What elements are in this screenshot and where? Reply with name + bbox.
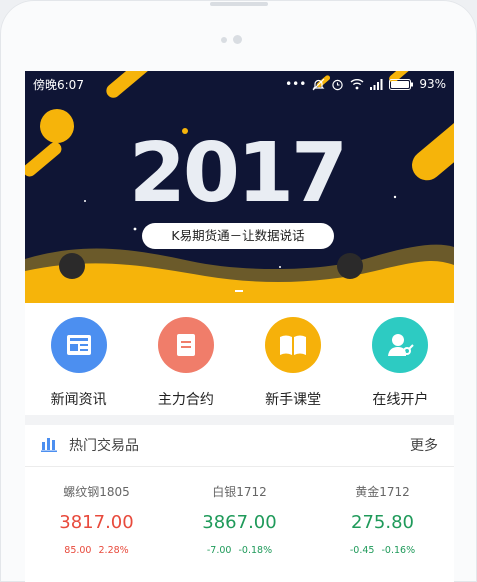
signal-icon <box>370 78 383 90</box>
menu-label: 主力合约 <box>157 392 214 408</box>
camera-icon <box>233 35 242 44</box>
news-icon <box>50 317 107 373</box>
product-price: 275.80 <box>351 512 414 533</box>
status-icons: ••• 93% <box>285 77 446 91</box>
product-price: 3817.00 <box>59 512 134 533</box>
app-screen: 2017 K易期货通－让数据说话 傍晚6:07 ••• 93% 新闻资讯 主力合… <box>25 71 454 582</box>
quick-menu: 新闻资讯 主力合约 新手课堂 在线开户 <box>25 303 454 415</box>
battery-icon <box>389 78 414 90</box>
product-name: 螺纹钢1805 <box>63 485 130 499</box>
product-name: 黄金1712 <box>355 485 410 499</box>
product-change: -0.45 -0.16% <box>349 545 416 556</box>
battery-percent: 93% <box>419 77 446 91</box>
alarm-icon <box>332 79 344 90</box>
menu-item-news[interactable]: 新闻资讯 <box>25 303 132 415</box>
menu-item-main-contract[interactable]: 主力合约 <box>132 303 239 415</box>
svg-text:2017: 2017 <box>129 126 345 221</box>
more-link[interactable]: 更多 <box>410 435 438 455</box>
account-key-icon <box>372 317 429 373</box>
product-list: 螺纹钢1805 3817.00 85.00 2.28% 白银1712 3867.… <box>25 471 454 556</box>
banner-slogan: K易期货通－让数据说话 <box>142 223 334 249</box>
menu-item-beginner-class[interactable]: 新手课堂 <box>240 303 347 415</box>
product-card[interactable]: 黄金1712 275.80 -0.45 -0.16% <box>311 471 454 556</box>
product-card[interactable]: 螺纹钢1805 3817.00 85.00 2.28% <box>25 471 168 556</box>
tablet-device-frame: 2017 K易期货通－让数据说话 傍晚6:07 ••• 93% 新闻资讯 主力合… <box>0 0 477 582</box>
product-card[interactable]: 白银1712 3867.00 -7.00 -0.18% <box>168 471 311 556</box>
product-name: 白银1712 <box>212 485 267 499</box>
year-lettering: 2017 <box>129 126 348 221</box>
banner-artwork: 2017 <box>25 71 454 303</box>
status-bar: 傍晚6:07 ••• 93% <box>25 71 454 97</box>
product-change: 85.00 2.28% <box>64 545 129 556</box>
product-change: -7.00 -0.18% <box>206 545 273 556</box>
status-time: 傍晚6:07 <box>33 77 84 92</box>
speaker-slot <box>210 2 268 6</box>
contract-icon <box>157 317 214 373</box>
menu-label: 新手课堂 <box>265 392 322 408</box>
product-price: 3867.00 <box>202 512 277 533</box>
promo-banner[interactable]: 2017 K易期货通－让数据说话 <box>25 71 454 303</box>
book-icon <box>265 317 322 373</box>
hot-products-header: 热门交易品 更多 <box>25 425 454 467</box>
mute-alarm-icon <box>312 78 325 90</box>
sensor-dot-icon <box>221 37 227 43</box>
menu-label: 在线开户 <box>372 392 429 408</box>
menu-label: 新闻资讯 <box>50 392 107 408</box>
wifi-icon <box>350 79 364 90</box>
bar-chart-icon <box>41 438 57 452</box>
hot-products-section: 热门交易品 更多 螺纹钢1805 3817.00 85.00 2.28% 白银1… <box>25 425 454 582</box>
more-dots-icon: ••• <box>285 77 307 91</box>
hot-products-title: 热门交易品 <box>69 438 139 454</box>
menu-item-online-account[interactable]: 在线开户 <box>347 303 454 415</box>
